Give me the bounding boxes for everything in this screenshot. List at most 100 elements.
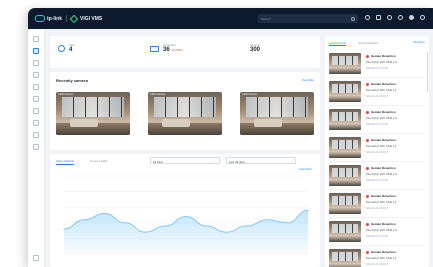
- view-more-link[interactable]: View More: [302, 79, 314, 82]
- system-icon[interactable]: [33, 144, 39, 150]
- brand-label: tp-link: [47, 15, 62, 22]
- event-time: 2023-03-17 14:22:05: [366, 151, 389, 154]
- data-point[interactable]: [205, 225, 207, 227]
- collapse-icon[interactable]: [33, 255, 39, 261]
- alarm-statistics-card: Alarm Statistic Device Health All Sites …: [50, 154, 320, 267]
- menu-toggle-icon[interactable]: [33, 36, 39, 42]
- camera-name: C330 Camera: [58, 93, 73, 96]
- add-icon[interactable]: [376, 15, 381, 20]
- event-device: Dino Home NVC C340 1-2: [366, 229, 397, 232]
- event-item[interactable]: Human Detection Dino Home NVC C340 1-2 202…: [329, 218, 425, 246]
- alert-icon: [366, 139, 369, 142]
- event-device: Dino Home NVC C340 1-2: [366, 257, 397, 260]
- stat-value: 4: [69, 47, 73, 53]
- event-device: Dino Home NVC C340 1-2: [366, 61, 397, 64]
- event-device: Dino Home NVC C340 1-2: [366, 173, 397, 176]
- event-snapshot: [329, 81, 361, 102]
- alert-icon: [366, 251, 369, 254]
- event-time: 2023-03-17 14:22:05: [366, 123, 389, 126]
- section-title: Recently camera: [56, 78, 88, 83]
- data-point[interactable]: [185, 215, 187, 218]
- events-panel: Latest Events Event Statistics View More…: [325, 36, 429, 267]
- live-view-icon[interactable]: [33, 84, 39, 90]
- event-device: Dino Home NVC C340 1-2: [366, 89, 397, 92]
- top-actions: [365, 15, 425, 20]
- search-input[interactable]: Search: [258, 14, 358, 23]
- event-time: 2023-03-17 14:22:05: [366, 235, 389, 238]
- map-icon[interactable]: [33, 60, 39, 66]
- tab-event-statistics[interactable]: Event Statistics: [359, 41, 378, 45]
- alert-icon: [366, 167, 369, 170]
- reports-icon[interactable]: [33, 120, 39, 126]
- product-name: VIGI VMS: [80, 15, 103, 22]
- search-icon: [351, 16, 355, 21]
- users-icon[interactable]: [33, 132, 39, 138]
- stat-sites[interactable]: Sites 4: [58, 44, 75, 53]
- event-title: Human Detection: [371, 110, 396, 114]
- event-item[interactable]: Human Detection Dino Home NVC C340 1-2 202…: [329, 162, 425, 190]
- data-point[interactable]: [226, 231, 228, 233]
- devices-icon[interactable]: [33, 72, 39, 78]
- overview-stats: Sites 4 All Devices 36 12 Offline All Al…: [50, 36, 320, 68]
- top-bar: tp-link VIGI VMS Search: [28, 8, 433, 29]
- event-time: 2023-03-17 14:22:05: [366, 95, 389, 98]
- event-title: Human Detection: [371, 166, 396, 170]
- event-time: 2023-03-17 14:22:05: [366, 207, 389, 210]
- data-point[interactable]: [144, 231, 146, 233]
- data-point[interactable]: [287, 222, 289, 224]
- nvr-device-icon: [150, 45, 159, 52]
- stat-devices[interactable]: All Devices 36 12 Offline: [150, 44, 183, 53]
- camera-name: C330 Camera: [242, 93, 257, 96]
- view-more-link[interactable]: View More: [413, 41, 425, 44]
- event-item[interactable]: Human Detection Dino Home NVC C340 1-2 202…: [329, 246, 425, 267]
- user-avatar[interactable]: [409, 15, 414, 20]
- event-title: Human Detection: [371, 138, 396, 142]
- event-time: 2023-03-17 14:22:05: [366, 263, 389, 266]
- event-item[interactable]: Human Detection Dino Home NVC C340 1-2 202…: [329, 106, 425, 134]
- playback-icon[interactable]: [33, 96, 39, 102]
- events-icon[interactable]: [33, 108, 39, 114]
- alert-icon: [366, 111, 369, 114]
- event-snapshot: [329, 221, 361, 242]
- tab-latest-events[interactable]: Latest Events: [329, 41, 346, 46]
- alarm-area-chart: [63, 175, 309, 255]
- event-snapshot: [329, 249, 361, 267]
- scrollbar[interactable]: [426, 52, 428, 92]
- data-point[interactable]: [266, 219, 268, 221]
- event-item[interactable]: Human Detection Dino Home NVC C340 1-2 202…: [329, 190, 425, 218]
- camera-thumbnail[interactable]: C330 Camera: [148, 92, 222, 135]
- logo-divider: [66, 15, 67, 22]
- event-time: 2023-03-17 14:22:05: [366, 179, 389, 182]
- event-title: Human Detection: [371, 82, 396, 86]
- alert-icon: [366, 195, 369, 198]
- search-placeholder: Search: [261, 16, 271, 21]
- refresh-icon[interactable]: [387, 15, 392, 20]
- data-point[interactable]: [63, 228, 65, 230]
- event-item[interactable]: Human Detection Dino Home NVC C340 1-2 202…: [329, 134, 425, 162]
- event-snapshot: [329, 193, 361, 214]
- camera-thumbnail[interactable]: C330 Camera: [240, 92, 314, 135]
- data-point[interactable]: [83, 219, 85, 221]
- data-point[interactable]: [307, 209, 309, 211]
- event-time: 2023-03-17 14:22:05: [366, 67, 389, 70]
- alert-icon: [366, 223, 369, 226]
- stat-value: 36: [163, 47, 170, 53]
- settings-icon[interactable]: [398, 15, 403, 20]
- data-point[interactable]: [104, 212, 106, 215]
- camera-thumbnail[interactable]: C330 Camera: [56, 92, 130, 135]
- stat-alerts[interactable]: All Alerts 300: [250, 44, 260, 53]
- data-point[interactable]: [246, 225, 248, 227]
- event-item[interactable]: Human Detection Dino Home NVC C340 1-2 202…: [329, 50, 425, 78]
- event-snapshot: [329, 53, 361, 74]
- tplink-logo-icon: [35, 15, 45, 22]
- event-item[interactable]: Human Detection Dino Home NVC C340 1-2 202…: [329, 78, 425, 106]
- data-point[interactable]: [124, 222, 126, 224]
- dashboard-icon[interactable]: [33, 48, 39, 54]
- site-pin-icon: [58, 45, 65, 52]
- menu-icon[interactable]: [420, 15, 425, 20]
- event-snapshot: [329, 165, 361, 186]
- data-point[interactable]: [165, 225, 167, 227]
- help-icon[interactable]: [365, 15, 370, 20]
- side-navigation: [28, 29, 45, 267]
- camera-name: C330 Camera: [150, 93, 165, 96]
